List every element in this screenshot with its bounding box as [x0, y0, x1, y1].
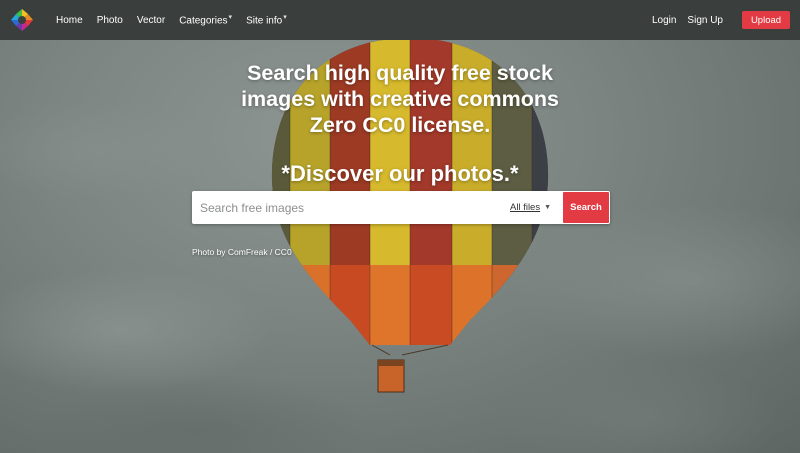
signup-link[interactable]: Sign Up	[687, 15, 723, 26]
photo-credit: Photo by ComFreak / CC0	[192, 247, 292, 257]
login-link[interactable]: Login	[652, 15, 676, 26]
page: Home Photo Vector Categories▾ Site info▾…	[0, 0, 800, 453]
caret-down-icon: ▾	[228, 14, 233, 22]
caret-down-icon: ▾	[283, 14, 287, 22]
nav-vector-label: Vector	[136, 14, 166, 26]
account-nav: Login Sign Up Upload	[652, 0, 790, 40]
caret-down-icon: ▼	[544, 204, 552, 211]
camera-aperture-icon[interactable]	[10, 8, 34, 32]
hero-subtitle: *Discover our photos.*	[281, 161, 519, 186]
upload-button[interactable]: Upload	[742, 11, 790, 29]
hero-headline-line: Zero CC0 license.	[309, 113, 491, 137]
search-input[interactable]	[192, 191, 492, 224]
file-type-filter-label: All files	[510, 202, 541, 213]
nav-site-info-label: Site info	[246, 15, 283, 27]
nav-vector[interactable]: Vector	[137, 15, 165, 26]
top-navbar: Home Photo Vector Categories▾ Site info▾…	[0, 0, 800, 40]
nav-photo[interactable]: Photo	[97, 15, 123, 26]
nav-home-label: Home	[56, 14, 83, 26]
file-type-filter-dropdown[interactable]: All files ▼	[510, 191, 551, 224]
nav-site-info-dropdown[interactable]: Site info▾	[246, 13, 287, 26]
nav-categories-dropdown[interactable]: Categories▾	[179, 13, 232, 26]
nav-photo-label: Photo	[96, 14, 123, 26]
hero-headline-line: images with creative commons	[241, 87, 559, 111]
hero-headline-line: Search high quality free stock	[247, 61, 553, 85]
search-button[interactable]: Search	[563, 192, 609, 223]
hero-headline: Search high quality free stock images wi…	[190, 60, 610, 138]
nav-home[interactable]: Home	[56, 15, 83, 26]
search-bar: All files ▼ Search	[192, 191, 610, 224]
main-nav: Home Photo Vector Categories▾ Site info▾	[56, 0, 287, 40]
nav-categories-label: Categories	[179, 15, 228, 27]
